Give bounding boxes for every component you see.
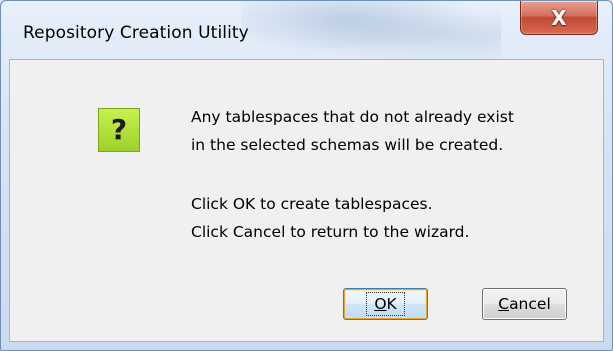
question-glyph: ? xyxy=(110,113,128,146)
message-line-1: Any tablespaces that do not already exis… xyxy=(191,108,514,126)
cancel-button-label: Cancel xyxy=(498,295,551,313)
dialog-body: ? Any tablespaces that do not already ex… xyxy=(9,59,604,342)
cancel-label-rest: ancel xyxy=(509,295,551,313)
message-line-2: in the selected schemas will be created. xyxy=(191,136,504,154)
cancel-button[interactable]: Cancel xyxy=(482,288,567,320)
message-line-3: Click OK to create tablespaces. xyxy=(191,195,433,213)
ok-label-rest: K xyxy=(386,295,397,313)
message-line-4: Click Cancel to return to the wizard. xyxy=(191,223,470,241)
window-title: Repository Creation Utility xyxy=(23,23,249,43)
close-icon: X xyxy=(551,5,567,30)
question-icon: ? xyxy=(98,108,140,152)
ok-button-label: OK xyxy=(366,292,405,316)
cancel-mnemonic: C xyxy=(498,295,510,313)
ok-mnemonic: O xyxy=(374,295,387,313)
ok-button[interactable]: OK xyxy=(343,288,428,320)
title-bar[interactable]: Repository Creation Utility X xyxy=(1,1,612,59)
close-button[interactable]: X xyxy=(520,1,598,35)
dialog-window: Repository Creation Utility X ? Any tabl… xyxy=(0,0,613,351)
